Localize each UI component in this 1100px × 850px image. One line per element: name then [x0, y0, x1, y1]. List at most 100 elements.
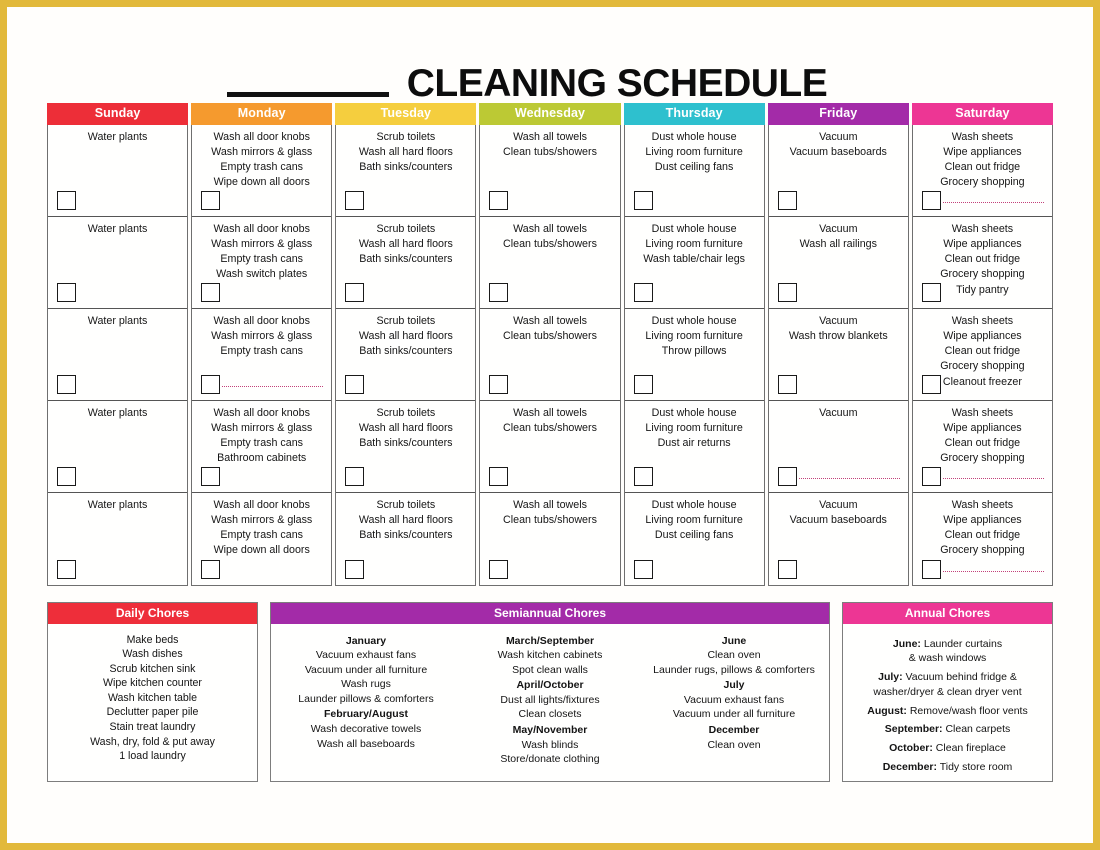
task-checkbox[interactable] [633, 282, 653, 302]
task-item: Vacuum [819, 130, 858, 143]
semiannual-chore-item: Launder rugs, pillows & comforters [653, 663, 815, 676]
task-item: Vacuum [819, 406, 858, 419]
day-column-tuesday: Tuesday Scrub toilets Wash all hard floors… [335, 103, 477, 586]
task-item: Clean out fridge [944, 345, 1021, 358]
annual-chores-list: June: Launder curtains & wash windows July… [843, 624, 1052, 781]
task-item: Wash mirrors & glass [211, 237, 313, 250]
week-cell: Dust whole house Living room furniture Dus… [625, 493, 764, 585]
task-checkbox[interactable] [489, 374, 509, 394]
day-column-thursday: Thursday Dust whole house Living room furn… [623, 103, 765, 586]
task-checkbox[interactable] [921, 559, 941, 579]
semiannual-chore-item: Dust all lights/fixtures [500, 693, 600, 706]
task-checkbox[interactable] [633, 190, 653, 210]
task-checkbox[interactable] [201, 374, 221, 394]
semiannual-month-label: July [723, 679, 745, 692]
task-item: Bath sinks/counters [359, 437, 453, 450]
task-checkbox[interactable] [57, 282, 76, 302]
task-checkbox[interactable] [633, 466, 653, 486]
task-checkbox[interactable] [489, 282, 509, 302]
task-checkbox[interactable] [57, 374, 76, 394]
task-item: Empty trash cans [220, 529, 303, 542]
annual-chore-text: Clean carpets [942, 723, 1011, 736]
annual-chore-text: Vacuum behind fridge & [902, 671, 1017, 684]
daily-chores-header: Daily Chores [48, 602, 257, 624]
daily-chore-item: Wipe kitchen counter [103, 677, 202, 690]
task-checkbox[interactable] [57, 559, 76, 579]
task-checkbox[interactable] [201, 190, 221, 210]
week-cell: Vacuum Vacuum baseboards [769, 493, 908, 585]
task-checkbox[interactable] [633, 559, 653, 579]
task-checkbox[interactable] [921, 190, 941, 210]
task-item: Wash all towels [513, 314, 587, 327]
day-column-sunday: Sunday Water plants Water plants Water plan… [47, 103, 189, 586]
task-item: Living room furniture [645, 421, 743, 434]
task-checkbox[interactable] [345, 190, 365, 210]
task-item: Throw pillows [661, 345, 727, 358]
task-checkbox[interactable] [489, 190, 509, 210]
task-checkbox[interactable] [345, 374, 365, 394]
semiannual-month-label: May/November [512, 724, 588, 737]
task-checkbox[interactable] [489, 559, 509, 579]
task-checkbox[interactable] [777, 374, 797, 394]
week-cell: Wash sheets Wipe appliances Clean out frid… [913, 493, 1052, 585]
task-item: Bath sinks/counters [359, 161, 453, 174]
week-cell: Wash all door knobs Wash mirrors & glass E… [192, 309, 332, 401]
task-item: Wash table/chair legs [643, 253, 746, 266]
task-item: Clean tubs/showers [503, 421, 597, 434]
dotted-write-in-line[interactable] [798, 477, 900, 479]
task-checkbox[interactable] [345, 559, 365, 579]
task-checkbox[interactable] [633, 374, 653, 394]
annual-chore-text: Launder curtains [920, 637, 1003, 650]
task-item: Wash all hard floors [358, 421, 453, 434]
task-checkbox[interactable] [921, 466, 941, 486]
dotted-write-in-line[interactable] [942, 570, 1044, 572]
task-item: Vacuum [819, 314, 858, 327]
task-item: Living room furniture [645, 329, 743, 342]
task-item: Clean tubs/showers [503, 513, 597, 526]
task-list: Wash all door knobs Wash mirrors & glass E… [198, 406, 325, 467]
task-item: Bath sinks/counters [359, 253, 453, 266]
task-list: Vacuum Vacuum baseboards [775, 130, 902, 161]
task-item: Bathroom cabinets [217, 452, 307, 465]
task-checkbox[interactable] [201, 282, 221, 302]
task-checkbox[interactable] [57, 466, 76, 486]
task-item: Vacuum [819, 222, 858, 235]
dotted-write-in-line[interactable] [942, 477, 1044, 479]
task-checkbox[interactable] [921, 282, 941, 302]
day-column-wednesday: Wednesday Wash all towels Clean tubs/showe… [479, 103, 621, 586]
task-checkbox[interactable] [921, 374, 941, 394]
task-checkbox[interactable] [345, 466, 365, 486]
task-item: Dust whole house [651, 406, 737, 419]
task-list: Water plants [54, 406, 181, 421]
day-header-wednesday: Wednesday [479, 103, 621, 125]
dotted-write-in-line[interactable] [222, 385, 324, 387]
task-checkbox[interactable] [777, 466, 797, 486]
task-item: Wash all railings [799, 237, 877, 250]
task-checkbox[interactable] [201, 559, 221, 579]
task-checkbox[interactable] [489, 466, 509, 486]
name-blank-line[interactable] [226, 59, 389, 97]
day-header-friday: Friday [767, 103, 909, 125]
task-item: Clean out fridge [944, 437, 1021, 450]
task-item: Empty trash cans [220, 345, 303, 358]
week-cell: Vacuum Wash throw blankets [768, 309, 908, 401]
semiannual-month-label: February/August [323, 708, 408, 721]
semiannual-chore-item: Wash all baseboards [317, 737, 415, 750]
task-checkbox[interactable] [777, 559, 797, 579]
task-list: Vacuum Vacuum baseboards [775, 498, 902, 529]
task-checkbox[interactable] [201, 466, 221, 486]
task-checkbox[interactable] [57, 190, 76, 210]
task-item: Wash throw blankets [788, 329, 888, 342]
task-checkbox[interactable] [777, 282, 797, 302]
task-item: Wipe appliances [943, 237, 1022, 250]
task-checkbox[interactable] [345, 282, 365, 302]
task-list: Water plants [54, 314, 181, 329]
annual-chore-line: December: Tidy store room [849, 760, 1046, 775]
annual-month-label: September: [884, 723, 943, 736]
dotted-write-in-line[interactable] [942, 201, 1044, 203]
task-item: Dust whole house [651, 222, 737, 235]
task-item: Wipe appliances [943, 145, 1022, 158]
semiannual-chore-item: Spot clean walls [512, 663, 588, 676]
task-checkbox[interactable] [777, 190, 797, 210]
task-item: Wash all hard floors [358, 329, 453, 342]
